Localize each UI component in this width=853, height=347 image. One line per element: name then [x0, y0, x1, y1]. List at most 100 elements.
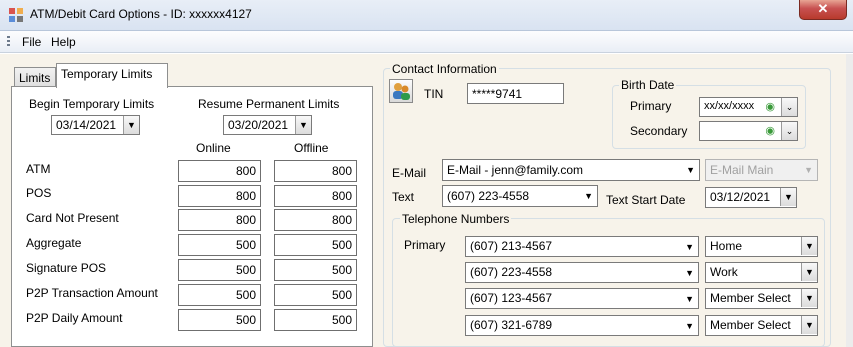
phone-type-value: Member Select	[710, 318, 791, 332]
limit-label-pos: POS	[26, 186, 52, 200]
chevron-down-icon[interactable]: ▼	[686, 162, 695, 178]
phone-number-value: (607) 123-4567	[470, 291, 553, 305]
p2p-transaction-offline-input[interactable]: 500	[274, 284, 357, 306]
chevron-down-icon[interactable]: ▼	[801, 237, 817, 255]
phone-type-select-3[interactable]: Member Select ▼	[705, 288, 818, 309]
limit-label-card-not-present: Card Not Present	[26, 211, 119, 225]
limit-label-aggregate: Aggregate	[26, 236, 82, 250]
phone-number-select-2[interactable]: (607) 223-4558 ▼	[465, 262, 699, 283]
resume-permanent-limits-label: Resume Permanent Limits	[198, 97, 340, 111]
pos-offline-input[interactable]: 800	[274, 185, 357, 207]
chevron-down-icon[interactable]: ▼	[801, 289, 817, 307]
text-number-select[interactable]: (607) 223-4558 ▼	[442, 185, 598, 207]
phone-type-select-1[interactable]: Home ▼	[705, 236, 818, 257]
online-column-header: Online	[196, 141, 231, 155]
close-button[interactable]: ✕	[799, 0, 847, 20]
chevron-down-icon[interactable]: ▼	[685, 291, 694, 307]
text-label: Text	[392, 190, 415, 204]
menu-file[interactable]: File	[22, 35, 41, 49]
resume-date-value: 03/20/2021	[228, 118, 289, 132]
aggregate-offline-input[interactable]: 500	[274, 234, 357, 256]
menu-grip[interactable]	[7, 36, 10, 48]
pos-online-input[interactable]: 800	[178, 185, 261, 207]
contact-information-title: Contact Information	[390, 62, 499, 76]
chevron-down-icon[interactable]: ▼	[584, 188, 593, 204]
p2p-daily-offline-input[interactable]: 500	[274, 309, 357, 331]
telephone-primary-label: Primary	[404, 238, 446, 252]
chevron-down-icon[interactable]: ▼	[295, 116, 311, 134]
text-start-date-label: Text Start Date	[606, 193, 686, 207]
birth-secondary-label: Secondary	[630, 124, 688, 138]
p2p-transaction-online-input[interactable]: 500	[178, 284, 261, 306]
begin-date-picker[interactable]: 03/14/2021 ▼	[51, 115, 140, 135]
window-title: ATM/Debit Card Options - ID: xxxxxx4127	[30, 7, 252, 21]
chevron-down-icon[interactable]: ▼	[801, 263, 817, 281]
title-bar: ATM/Debit Card Options - ID: xxxxxx4127 …	[0, 0, 853, 31]
phone-type-select-2[interactable]: Work ▼	[705, 262, 818, 283]
phone-number-value: (607) 213-4567	[470, 239, 553, 253]
birth-primary-value: xx/xx/xxxx	[704, 100, 755, 112]
limit-label-p2p-transaction: P2P Transaction Amount	[26, 286, 158, 300]
text-start-date-value: 03/12/2021	[710, 190, 771, 204]
chevron-down-icon[interactable]: ▼	[123, 116, 139, 134]
p2p-daily-online-input[interactable]: 500	[178, 309, 261, 331]
email-value: E-Mail - jenn@family.com	[447, 163, 583, 177]
app-icon	[9, 8, 23, 22]
email-select[interactable]: E-Mail - jenn@family.com ▼	[442, 159, 700, 181]
birth-primary-label: Primary	[630, 99, 672, 113]
eye-icon[interactable]: ◉	[765, 100, 775, 113]
phone-type-value: Work	[710, 265, 738, 279]
close-icon: ✕	[817, 1, 829, 16]
window-right-edge	[846, 54, 853, 347]
limit-label-p2p-daily: P2P Daily Amount	[26, 311, 123, 325]
atm-online-input[interactable]: 800	[178, 160, 261, 182]
chevron-down-icon[interactable]: ▼	[801, 316, 817, 334]
tin-field[interactable]: *****9741	[467, 83, 564, 104]
birth-secondary-field[interactable]: ◉ ⌄	[699, 121, 798, 141]
tab-temporary-limits-label: Temporary Limits	[61, 67, 153, 81]
phone-number-value: (607) 321-6789	[470, 318, 553, 332]
signature-pos-online-input[interactable]: 500	[178, 259, 261, 281]
signature-pos-offline-input[interactable]: 500	[274, 259, 357, 281]
begin-temporary-limits-label: Begin Temporary Limits	[29, 97, 155, 111]
phone-number-select-4[interactable]: (607) 321-6789 ▼	[465, 315, 699, 336]
contacts-icon-graphic	[393, 83, 410, 100]
email-label: E-Mail	[392, 166, 427, 180]
phone-number-value: (607) 223-4558	[470, 265, 553, 279]
chevron-down-icon[interactable]: ▼	[685, 318, 694, 334]
phone-number-select-3[interactable]: (607) 123-4567 ▼	[465, 288, 699, 309]
atm-offline-input[interactable]: 800	[274, 160, 357, 182]
offline-column-header: Offline	[294, 141, 329, 155]
birth-date-title: Birth Date	[619, 78, 677, 92]
aggregate-online-input[interactable]: 500	[178, 234, 261, 256]
chevron-down-icon[interactable]: ⌄	[781, 98, 797, 116]
eye-icon[interactable]: ◉	[765, 124, 775, 137]
chevron-down-icon: ▼	[804, 165, 813, 175]
contacts-icon[interactable]	[389, 79, 413, 103]
card-not-present-online-input[interactable]: 800	[178, 209, 261, 231]
limit-label-atm: ATM	[26, 162, 51, 176]
email-type-value: E-Mail Main	[710, 163, 774, 177]
resume-date-picker[interactable]: 03/20/2021 ▼	[223, 115, 312, 135]
chevron-down-icon[interactable]: ▼	[685, 265, 694, 281]
chevron-down-icon[interactable]: ▼	[685, 239, 694, 255]
phone-number-select-1[interactable]: (607) 213-4567 ▼	[465, 236, 699, 257]
telephone-numbers-title: Telephone Numbers	[400, 212, 512, 226]
menu-help[interactable]: Help	[51, 35, 76, 49]
phone-type-select-4[interactable]: Member Select ▼	[705, 315, 818, 336]
chevron-down-icon[interactable]: ⌄	[781, 122, 797, 140]
tin-label: TIN	[424, 87, 444, 101]
phone-type-value: Member Select	[710, 291, 791, 305]
card-not-present-offline-input[interactable]: 800	[274, 209, 357, 231]
begin-date-value: 03/14/2021	[56, 118, 117, 132]
chevron-down-icon[interactable]: ▼	[780, 188, 796, 206]
tab-temporary-limits[interactable]: Temporary Limits	[56, 63, 168, 88]
limit-label-signature-pos: Signature POS	[26, 261, 107, 275]
tin-value: *****9741	[472, 87, 523, 101]
phone-type-value: Home	[710, 239, 743, 253]
birth-primary-field[interactable]: xx/xx/xxxx ◉ ⌄	[699, 97, 798, 117]
text-start-date-picker[interactable]: 03/12/2021 ▼	[705, 187, 797, 208]
email-type-select: E-Mail Main ▼	[705, 159, 818, 181]
text-number-value: (607) 223-4558	[447, 189, 530, 203]
menu-bar: File Help	[0, 31, 853, 53]
